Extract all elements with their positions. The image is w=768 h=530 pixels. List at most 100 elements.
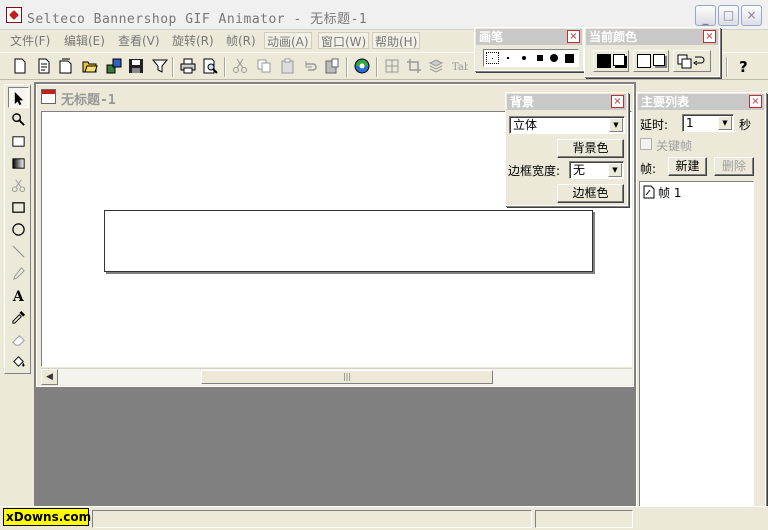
toolbar-separator — [346, 57, 348, 77]
frame-panel-title-text: 主要列表 — [641, 95, 690, 109]
background-panel-title-text: 背景 — [510, 95, 535, 109]
scroll-thumb[interactable]: ||| — [201, 370, 493, 384]
chevron-down-icon[interactable]: ▼ — [608, 163, 622, 177]
filter-icon[interactable] — [150, 56, 170, 76]
svg-text:?: ? — [739, 58, 748, 74]
menu-help[interactable]: 帮助(H) — [372, 32, 421, 49]
frame-page-icon — [643, 185, 655, 199]
svg-text:A: A — [12, 289, 25, 303]
grid-icon[interactable] — [382, 56, 402, 76]
copy-icon[interactable] — [254, 56, 274, 76]
select-arrow-icon[interactable] — [8, 87, 29, 108]
pen-size-4[interactable] — [534, 52, 547, 64]
toolbar-separator — [172, 57, 174, 77]
menu-rotate[interactable]: 旋转(R) — [170, 32, 216, 49]
text-icon[interactable]: A — [8, 285, 29, 306]
current-color-palette: 当前颜色 × — [584, 27, 720, 77]
paste-special-icon[interactable] — [322, 56, 342, 76]
border-color-button[interactable]: 边框色 — [557, 184, 624, 203]
pen-size-6[interactable] — [563, 52, 576, 64]
app-icon[interactable] — [6, 7, 22, 23]
rectangle-icon[interactable] — [8, 197, 29, 218]
close-icon[interactable]: × — [749, 95, 762, 108]
zoom-icon[interactable] — [8, 109, 29, 130]
frame-list-panel: 主要列表 × 延时: 1 ▼ 秒 关键帧 帧: 新建 删除 帧 1 — [636, 92, 766, 530]
foreground-swatch — [597, 54, 611, 68]
import-icon[interactable] — [104, 56, 124, 76]
document-title: 无标题-1 — [61, 93, 116, 108]
menu-view[interactable]: 查看(V) — [116, 32, 162, 49]
pen-size-5[interactable] — [548, 52, 561, 64]
document-icon — [41, 89, 56, 104]
print-icon[interactable] — [178, 56, 198, 76]
chevron-down-icon[interactable]: ▼ — [609, 118, 623, 132]
undo-icon[interactable] — [300, 56, 320, 76]
play-icon[interactable] — [352, 56, 372, 76]
pen-palette: 画笔 × — [474, 27, 584, 71]
scroll-left-icon[interactable]: ◀ — [41, 369, 58, 385]
keyframe-checkbox[interactable] — [640, 138, 652, 150]
horizontal-scrollbar[interactable]: ◀ ||| — [41, 368, 632, 385]
line-icon[interactable] — [8, 241, 29, 262]
menu-file[interactable]: 文件(F) — [8, 32, 52, 49]
save-icon[interactable] — [126, 56, 146, 76]
swap-small-icon — [613, 54, 625, 66]
rect-select-icon[interactable] — [8, 131, 29, 152]
eyedropper-icon[interactable] — [8, 307, 29, 328]
list-item[interactable]: 帧 1 — [643, 184, 743, 200]
status-pane-main — [92, 510, 532, 528]
toolbar-separator — [726, 57, 728, 77]
frame-list[interactable]: 帧 1 — [639, 181, 754, 529]
banner-frame[interactable] — [104, 210, 593, 272]
swap-colors-button[interactable] — [673, 50, 711, 72]
pen-size-2[interactable] — [502, 52, 515, 64]
keyframe-label: 关键帧 — [656, 139, 693, 153]
background-color-button[interactable] — [633, 50, 669, 72]
close-button[interactable]: × — [741, 5, 762, 26]
delete-frame-button[interactable]: 删除 — [714, 157, 754, 176]
fill-icon[interactable] — [8, 351, 29, 372]
layers-icon[interactable] — [426, 56, 446, 76]
close-icon: × — [746, 8, 757, 22]
menu-frame[interactable]: 帧(R) — [224, 32, 258, 49]
paste-icon[interactable] — [278, 56, 298, 76]
minimize-button[interactable]: _ — [695, 5, 716, 26]
cut-icon[interactable] — [230, 56, 250, 76]
help-icon[interactable]: ? — [734, 56, 754, 76]
open-icon[interactable] — [80, 56, 100, 76]
print-preview-icon[interactable] — [200, 56, 220, 76]
foreground-color-button[interactable] — [593, 50, 629, 72]
swap-small-icon — [653, 54, 665, 66]
pen-size-1[interactable] — [486, 52, 499, 64]
new-frame-button[interactable]: 新建 — [668, 157, 707, 176]
new-icon[interactable] — [10, 56, 30, 76]
pen-size-3[interactable] — [518, 52, 531, 64]
frame-panel-title: 主要列表 — [638, 94, 764, 110]
menu-edit[interactable]: 编辑(E) — [62, 32, 107, 49]
maximize-button[interactable]: □ — [718, 5, 739, 26]
gradient-icon[interactable] — [8, 153, 29, 174]
border-width-select[interactable]: 无 ▼ — [569, 161, 624, 179]
scissors-icon[interactable] — [8, 175, 29, 196]
window-title: Selteco Bannershop GIF Animator - 无标题-1 — [27, 12, 368, 27]
delay-select[interactable]: 1 ▼ — [682, 114, 734, 132]
new-blank-icon[interactable] — [56, 56, 76, 76]
border-width-label: 边框宽度: — [508, 164, 561, 178]
close-icon[interactable]: × — [567, 30, 580, 43]
ellipse-icon[interactable] — [8, 219, 29, 240]
close-icon[interactable]: × — [611, 95, 624, 108]
crop-icon[interactable] — [404, 56, 424, 76]
text-effect-icon[interactable]: Tabc — [450, 56, 470, 76]
menu-animation[interactable]: 动画(A) — [264, 32, 312, 49]
maximize-icon: □ — [722, 8, 735, 22]
chevron-down-icon[interactable]: ▼ — [718, 116, 732, 130]
menu-window[interactable]: 窗口(W) — [318, 32, 370, 49]
eraser-icon[interactable] — [8, 329, 29, 350]
pencil-icon[interactable] — [8, 263, 29, 284]
svg-text:Tabc: Tabc — [452, 62, 468, 73]
background-color-button[interactable]: 背景色 — [557, 139, 624, 158]
background-style-select[interactable]: 立体 ▼ — [509, 116, 625, 134]
new-template-icon[interactable] — [34, 56, 54, 76]
pen-size-strip — [483, 49, 579, 67]
close-icon[interactable]: × — [703, 30, 716, 43]
